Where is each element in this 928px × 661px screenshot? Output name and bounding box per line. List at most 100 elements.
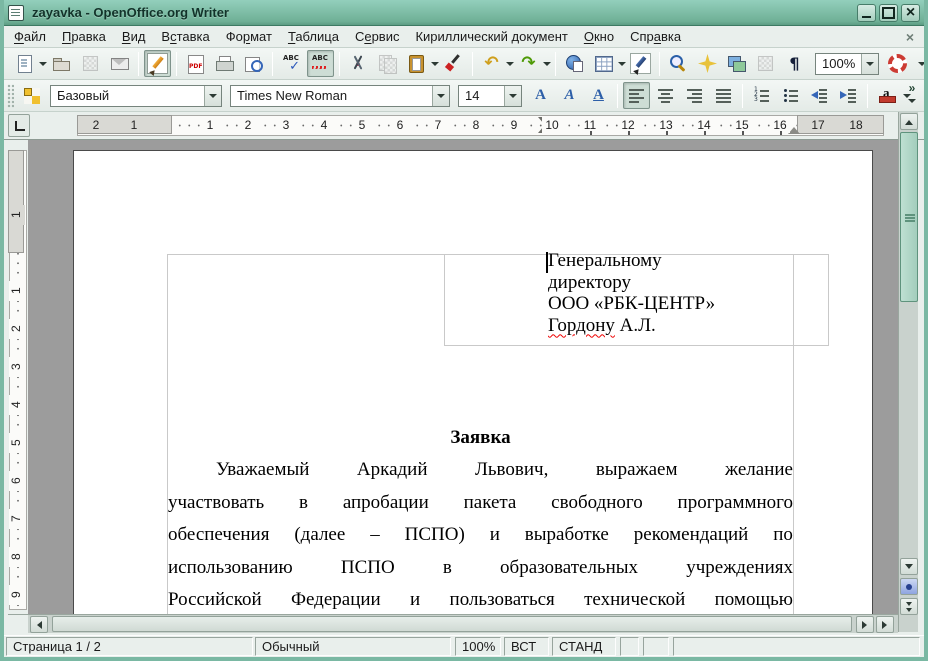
title-bar[interactable]: zayavka - OpenOffice.org Writer (0, 0, 928, 26)
toolbar-overflow-button[interactable]: » (904, 81, 920, 109)
align-left-button[interactable] (623, 82, 650, 109)
menu-window[interactable]: Окно (576, 27, 622, 46)
hyperlink-button[interactable] (561, 50, 588, 77)
align-justify-button[interactable] (710, 82, 737, 109)
document-body[interactable]: УважаемыйАркадийЛьвович,выражаемжеланиеу… (168, 459, 793, 614)
horizontal-ruler[interactable]: 21123456789101112131415161718 (32, 115, 892, 136)
redo-button[interactable] (515, 50, 542, 77)
navigator-button[interactable] (694, 50, 721, 77)
maximize-button[interactable] (879, 4, 898, 22)
tab-stop-selector-button[interactable] (8, 114, 30, 137)
scroll-up-button[interactable] (900, 113, 918, 130)
gallery-button[interactable] (723, 50, 750, 77)
standard-toolbar: 100% (4, 48, 924, 80)
underline-icon (588, 85, 609, 106)
save-button[interactable] (77, 50, 104, 77)
toolbar-grip[interactable] (7, 84, 14, 108)
italic-button[interactable] (556, 82, 583, 109)
font-size-combo[interactable]: 14 (458, 85, 522, 107)
status-page-style[interactable]: Обычный (255, 637, 451, 656)
paragraph-style-combo[interactable]: Базовый (50, 85, 222, 107)
address-block[interactable]: ГенеральномудиректоруООО «РБК-ЦЕНТР»Горд… (548, 250, 828, 336)
redo-dropdown[interactable] (543, 50, 551, 77)
new-document-dropdown[interactable] (39, 50, 47, 77)
styles-panel-icon (21, 85, 42, 106)
status-page-number[interactable]: Страница 1 / 2 (6, 637, 253, 656)
email-button[interactable] (106, 50, 133, 77)
page-preview-button[interactable] (240, 50, 267, 77)
menu-tools[interactable]: Сервис (347, 27, 408, 46)
increase-indent-button[interactable] (835, 82, 862, 109)
menu-view[interactable]: Вид (114, 27, 154, 46)
close-button[interactable] (901, 4, 920, 22)
status-zoom[interactable]: 100% (455, 637, 501, 656)
highlight-color-button[interactable] (873, 82, 900, 109)
bullet-list-button[interactable] (777, 82, 804, 109)
menu-table[interactable]: Таблица (280, 27, 347, 46)
vertical-scrollbar[interactable] (898, 112, 918, 632)
menu-help[interactable]: Справка (622, 27, 689, 46)
status-selection-mode[interactable]: СТАНД (552, 637, 616, 656)
menu-edit[interactable]: Правка (54, 27, 114, 46)
nonprinting-characters-button[interactable] (781, 50, 808, 77)
menu-cyrillic-document[interactable]: Кириллический документ (407, 27, 575, 46)
minimize-button[interactable] (857, 4, 876, 22)
copy-button[interactable] (374, 50, 401, 77)
chevron-down-icon[interactable] (204, 86, 221, 106)
status-insert-mode[interactable]: ВСТ (504, 637, 549, 656)
vertical-scrollbar-thumb[interactable] (900, 132, 918, 302)
undo-button[interactable] (478, 50, 505, 77)
menu-format[interactable]: Формат (218, 27, 280, 46)
document-title[interactable]: Заявка (167, 427, 794, 449)
page[interactable]: ГенеральномудиректоруООО «РБК-ЦЕНТР»Горд… (73, 150, 873, 614)
new-document-button[interactable] (11, 50, 38, 77)
insert-table-dropdown[interactable] (618, 50, 626, 77)
toolbar-separator (555, 52, 556, 76)
status-modified-flag[interactable] (643, 637, 669, 656)
navigation-button[interactable] (900, 578, 918, 595)
close-document-icon[interactable] (906, 29, 914, 45)
align-center-button[interactable] (652, 82, 679, 109)
menu-file[interactable]: Файл (6, 27, 54, 46)
export-pdf-button[interactable] (182, 50, 209, 77)
insert-table-button[interactable] (590, 50, 617, 77)
decrease-indent-button[interactable] (806, 82, 833, 109)
scroll-right-button[interactable] (856, 616, 874, 633)
export-pdf-icon (185, 53, 206, 74)
horizontal-scrollbar-thumb[interactable] (52, 616, 852, 632)
open-button[interactable] (48, 50, 75, 77)
edit-file-button[interactable] (144, 50, 171, 77)
scroll-left-button[interactable] (30, 616, 48, 633)
menu-insert[interactable]: Вставка (153, 27, 217, 46)
next-page-button[interactable] (900, 598, 918, 615)
data-sources-button[interactable] (752, 50, 779, 77)
status-hyperlink-mode[interactable] (620, 637, 639, 656)
auto-spellcheck-button[interactable] (307, 50, 334, 77)
zoom-combo[interactable]: 100% (815, 53, 879, 75)
underline-button[interactable] (585, 82, 612, 109)
bold-button[interactable] (527, 82, 554, 109)
draw-functions-button[interactable] (627, 50, 654, 77)
styles-panel-button[interactable] (18, 82, 45, 109)
chevron-down-icon[interactable] (861, 54, 878, 74)
font-name-combo[interactable]: Times New Roman (230, 85, 450, 107)
print-button[interactable] (211, 50, 238, 77)
numbered-list-button[interactable] (748, 82, 775, 109)
find-replace-button[interactable] (665, 50, 692, 77)
status-extra-field[interactable] (673, 637, 920, 656)
cut-button[interactable] (345, 50, 372, 77)
help-button[interactable] (884, 50, 911, 77)
paste-button[interactable] (403, 50, 430, 77)
vertical-ruler[interactable]: 1123456789 (8, 140, 28, 612)
chevron-down-icon[interactable] (432, 86, 449, 106)
toolbar-options-button[interactable] (918, 58, 926, 70)
align-right-button[interactable] (681, 82, 708, 109)
spellcheck-button[interactable] (278, 50, 305, 77)
undo-dropdown[interactable] (506, 50, 514, 77)
paste-dropdown[interactable] (431, 50, 439, 77)
format-paintbrush-button[interactable] (440, 50, 467, 77)
scroll-right-edge-button[interactable] (876, 616, 894, 633)
horizontal-scrollbar[interactable] (28, 614, 898, 633)
scroll-down-button[interactable] (900, 558, 918, 575)
chevron-down-icon[interactable] (504, 86, 521, 106)
